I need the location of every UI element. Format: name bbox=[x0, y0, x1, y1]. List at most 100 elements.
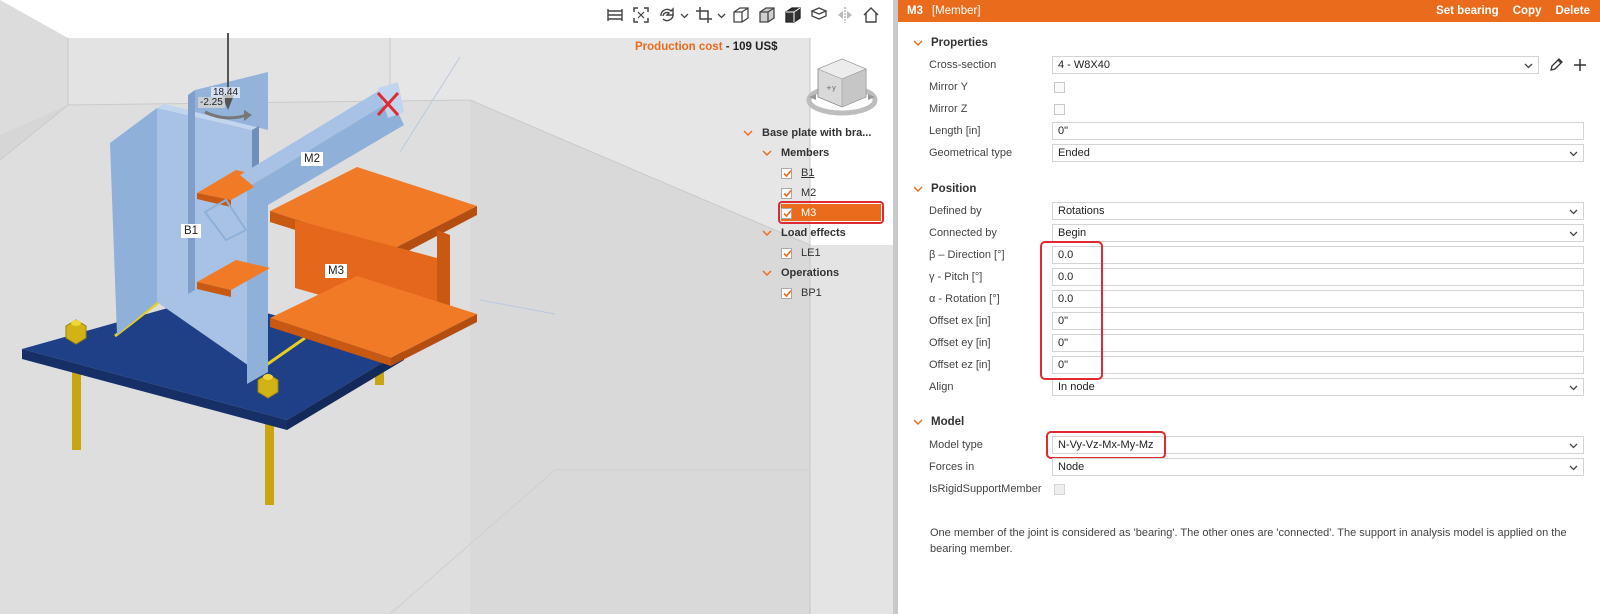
tree-item-b1[interactable]: B1 bbox=[781, 164, 814, 182]
chevron-down-icon bbox=[913, 38, 923, 48]
geometrical-type-label: Geometrical type bbox=[929, 147, 1013, 159]
direction-input[interactable]: 0.0 bbox=[1052, 246, 1584, 264]
member-name: M3 bbox=[907, 5, 923, 17]
tree-group-load-effects[interactable]: Load effects bbox=[762, 224, 846, 242]
home-view-button[interactable] bbox=[859, 4, 883, 26]
mirror-y-checkbox[interactable] bbox=[1054, 82, 1065, 93]
tree-group-operations[interactable]: Operations bbox=[762, 264, 839, 282]
chevron-down-icon bbox=[913, 184, 923, 194]
copy-button[interactable]: Copy bbox=[1513, 5, 1542, 17]
tree-item-le1[interactable]: LE1 bbox=[781, 244, 821, 262]
tree-root-label: Base plate with bra... bbox=[762, 127, 872, 139]
chevron-down-icon bbox=[680, 13, 688, 18]
length-label: Length [in] bbox=[929, 125, 981, 137]
section-model[interactable]: Model bbox=[913, 414, 964, 430]
production-cost-label: Production cost bbox=[635, 41, 723, 53]
member-type: [Member] bbox=[931, 5, 981, 17]
offset-ez-label: Offset ez [in] bbox=[929, 359, 991, 371]
section-view-button[interactable] bbox=[807, 4, 831, 26]
tree-item-m2[interactable]: M2 bbox=[781, 184, 816, 202]
rotate-view-dropdown[interactable] bbox=[678, 4, 690, 26]
offset-ex-label: Offset ex [in] bbox=[929, 315, 991, 327]
direction-value: 0.0 bbox=[1058, 249, 1074, 261]
delete-button[interactable]: Delete bbox=[1555, 5, 1590, 17]
tree-node-root[interactable]: Base plate with bra... bbox=[743, 124, 871, 142]
check-icon bbox=[783, 189, 792, 197]
fit-view-button[interactable] bbox=[629, 4, 653, 26]
connected-by-select[interactable]: Begin bbox=[1052, 224, 1584, 242]
geometrical-type-value: Ended bbox=[1058, 147, 1090, 159]
tree-item-m3[interactable]: M3 bbox=[781, 204, 816, 222]
production-cost-separator: - bbox=[722, 41, 733, 53]
geometrical-type-select[interactable]: Ended bbox=[1052, 144, 1584, 162]
member-label-b1: B1 bbox=[181, 224, 202, 238]
tree-checkbox[interactable] bbox=[781, 207, 792, 219]
chevron-down-icon bbox=[762, 148, 772, 158]
section-properties[interactable]: Properties bbox=[913, 35, 988, 51]
direction-label: β – Direction [°] bbox=[929, 249, 1005, 261]
length-value: 0" bbox=[1058, 125, 1069, 137]
header-actions: Set bearing Copy Delete bbox=[1436, 0, 1590, 22]
3d-viewport[interactable]: 18.44 -2.25 B1 M2 M3 Production cost - 1… bbox=[0, 0, 893, 614]
offset-ey-input[interactable]: 0" bbox=[1052, 334, 1584, 352]
defined-by-value: Rotations bbox=[1058, 205, 1105, 217]
crop-view-button[interactable] bbox=[692, 4, 716, 26]
tree-group-members[interactable]: Members bbox=[762, 144, 829, 162]
solid-view-button[interactable] bbox=[781, 4, 805, 26]
add-icon[interactable] bbox=[1572, 57, 1588, 73]
rotate-view-button[interactable] bbox=[655, 4, 679, 26]
rigid-support-checkbox[interactable] bbox=[1054, 484, 1065, 495]
measure-button[interactable] bbox=[603, 4, 627, 26]
tree-checkbox[interactable] bbox=[781, 287, 792, 299]
offset-ey-label: Offset ey [in] bbox=[929, 337, 991, 349]
align-select[interactable]: In node bbox=[1052, 378, 1584, 396]
offset-ex-input[interactable]: 0" bbox=[1052, 312, 1584, 330]
wireframe-icon bbox=[733, 7, 749, 23]
member-label-m3: M3 bbox=[325, 264, 347, 278]
align-label: Align bbox=[929, 381, 954, 393]
forces-in-select[interactable]: Node bbox=[1052, 458, 1584, 476]
transparent-view-button[interactable] bbox=[755, 4, 779, 26]
pitch-input[interactable]: 0.0 bbox=[1052, 268, 1584, 286]
tree-item-bp1[interactable]: BP1 bbox=[781, 284, 822, 302]
fit-view-icon bbox=[633, 7, 649, 23]
crop-view-dropdown[interactable] bbox=[715, 4, 727, 26]
chevron-down-icon bbox=[1524, 61, 1533, 70]
model-type-label: Model type bbox=[929, 439, 983, 451]
pitch-label: γ - Pitch [°] bbox=[929, 271, 983, 283]
check-icon bbox=[783, 289, 792, 297]
help-text: One member of the joint is considered as… bbox=[930, 527, 1567, 555]
tree-checkbox[interactable] bbox=[781, 247, 792, 259]
home-icon bbox=[863, 7, 879, 23]
3d-scene[interactable] bbox=[0, 0, 893, 614]
rotation-input[interactable]: 0.0 bbox=[1052, 290, 1584, 308]
connected-by-label: Connected by bbox=[929, 227, 997, 239]
length-input[interactable]: 0" bbox=[1052, 122, 1584, 140]
edit-icon[interactable] bbox=[1548, 57, 1564, 73]
defined-by-select[interactable]: Rotations bbox=[1052, 202, 1584, 220]
load-value-label: -2.25 bbox=[198, 97, 225, 108]
section-position[interactable]: Position bbox=[913, 181, 976, 197]
navcube-axis-label: +y bbox=[826, 84, 836, 92]
tree-item-label: B1 bbox=[801, 167, 815, 179]
tree-group-label: Load effects bbox=[781, 227, 846, 239]
mirror-view-button[interactable] bbox=[833, 4, 857, 26]
rigid-support-label: IsRigidSupportMember bbox=[929, 483, 1042, 495]
offset-ez-input[interactable]: 0" bbox=[1052, 356, 1584, 374]
chevron-down-icon bbox=[1569, 383, 1578, 392]
wireframe-button[interactable] bbox=[729, 4, 753, 26]
forces-in-label: Forces in bbox=[929, 461, 975, 473]
solid-view-icon bbox=[785, 7, 801, 23]
check-icon bbox=[783, 249, 792, 257]
tree-checkbox[interactable] bbox=[781, 167, 792, 179]
align-value: In node bbox=[1058, 381, 1095, 393]
cross-section-select[interactable]: 4 - W8X40 bbox=[1052, 56, 1539, 74]
model-type-select[interactable]: N-Vy-Vz-Mx-My-Mz bbox=[1052, 436, 1584, 454]
chevron-down-icon bbox=[1569, 463, 1578, 472]
navigation-cube[interactable]: +y bbox=[806, 55, 878, 117]
chevron-down-icon bbox=[743, 128, 753, 138]
tree-checkbox[interactable] bbox=[781, 187, 792, 199]
set-bearing-button[interactable]: Set bearing bbox=[1436, 5, 1499, 17]
mirror-z-checkbox[interactable] bbox=[1054, 104, 1065, 115]
cross-section-label: Cross-section bbox=[929, 59, 997, 71]
